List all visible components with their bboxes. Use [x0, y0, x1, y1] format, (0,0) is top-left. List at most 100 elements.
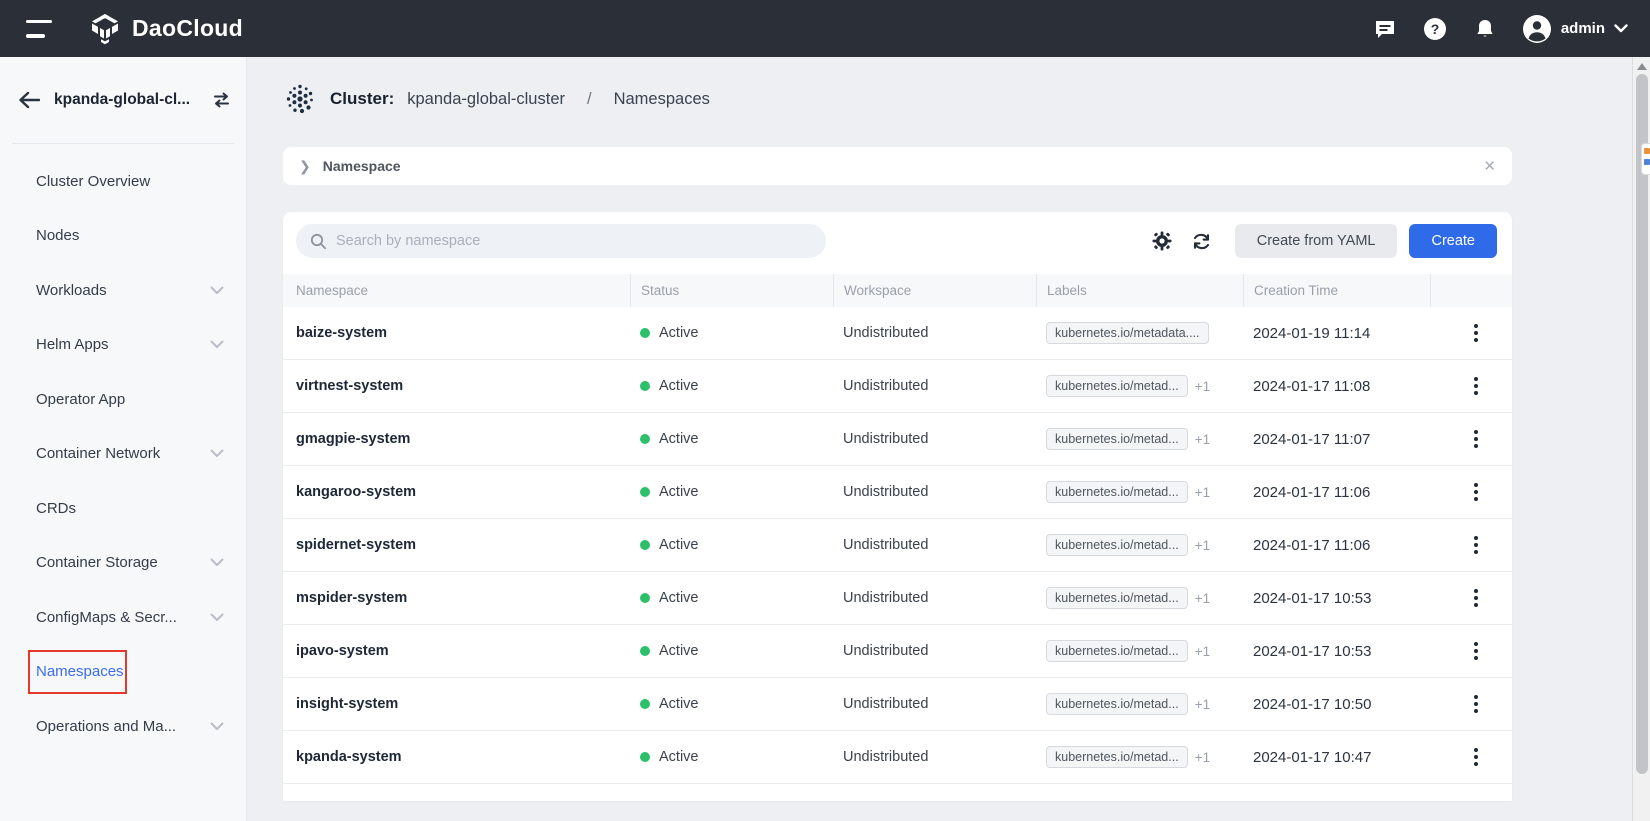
- label-chip[interactable]: kubernetes.io/metad...: [1046, 534, 1188, 556]
- extra-labels-count[interactable]: +1: [1195, 750, 1210, 765]
- kebab-menu-icon[interactable]: [1470, 426, 1482, 452]
- chevron-right-icon[interactable]: ❯: [299, 158, 311, 175]
- sidebar-item[interactable]: Operator App: [0, 372, 246, 427]
- sidebar-item[interactable]: Operations and Ma...: [0, 699, 246, 754]
- kebab-menu-icon[interactable]: [1470, 532, 1482, 558]
- kebab-menu-icon[interactable]: [1470, 691, 1482, 717]
- extra-labels-count[interactable]: +1: [1195, 485, 1210, 500]
- switch-cluster-icon[interactable]: [211, 91, 232, 109]
- label-chip[interactable]: kubernetes.io/metad...: [1046, 746, 1188, 768]
- namespace-name[interactable]: gmagpie-system: [283, 413, 630, 465]
- table-row[interactable]: ipavo-system Active Undistributed kubern…: [283, 625, 1512, 678]
- extra-labels-count[interactable]: +1: [1195, 644, 1210, 659]
- table-row[interactable]: kangaroo-system Active Undistributed kub…: [283, 466, 1512, 519]
- label-chip[interactable]: kubernetes.io/metad...: [1046, 481, 1188, 503]
- column-header-status[interactable]: Status: [630, 274, 833, 307]
- breadcrumb: Cluster: kpanda-global-cluster / Namespa…: [283, 79, 1650, 119]
- kebab-menu-icon[interactable]: [1470, 638, 1482, 664]
- table-row[interactable]: mspider-system Active Undistributed kube…: [283, 572, 1512, 625]
- namespace-name[interactable]: spidernet-system: [283, 519, 630, 571]
- label-chip[interactable]: kubernetes.io/metad...: [1046, 587, 1188, 609]
- label-chip[interactable]: kubernetes.io/metad...: [1046, 375, 1188, 397]
- status-label: Active: [659, 643, 699, 659]
- breadcrumb-cluster-name[interactable]: kpanda-global-cluster: [407, 90, 565, 109]
- table-row[interactable]: baize-system Active Undistributed kubern…: [283, 307, 1512, 360]
- label-chip[interactable]: kubernetes.io/metad...: [1046, 640, 1188, 662]
- extra-labels-count[interactable]: +1: [1195, 432, 1210, 447]
- column-header-namespace[interactable]: Namespace: [283, 274, 630, 307]
- workspace-cell: Undistributed: [833, 360, 1036, 412]
- user-menu[interactable]: admin: [1522, 14, 1628, 44]
- sidebar-item-label: Namespaces: [36, 663, 210, 680]
- main-content: Cluster: kpanda-global-cluster / Namespa…: [247, 57, 1650, 821]
- help-icon[interactable]: ?: [1422, 16, 1448, 42]
- table-header: Namespace Status Workspace Labels Creati…: [283, 274, 1512, 307]
- create-from-yaml-button[interactable]: Create from YAML: [1235, 224, 1398, 258]
- sidebar-item[interactable]: Container Storage: [0, 536, 246, 591]
- namespace-name[interactable]: kpanda-system: [283, 731, 630, 783]
- namespace-name[interactable]: mspider-system: [283, 572, 630, 624]
- namespace-name[interactable]: baize-system: [283, 307, 630, 359]
- sidebar-item[interactable]: Workloads: [0, 263, 246, 318]
- sidebar-item[interactable]: Namespaces: [0, 645, 246, 700]
- namespace-table-card: Create from YAML Create Namespace Status…: [283, 212, 1512, 801]
- bell-icon[interactable]: [1472, 16, 1498, 42]
- sidebar-item[interactable]: Cluster Overview: [0, 154, 246, 209]
- create-button[interactable]: Create: [1409, 224, 1497, 258]
- workspace-cell: Undistributed: [833, 678, 1036, 730]
- extra-labels-count[interactable]: +1: [1195, 379, 1210, 394]
- refresh-icon[interactable]: [1191, 230, 1213, 252]
- workspace-cell: Undistributed: [833, 307, 1036, 359]
- table-row[interactable]: spidernet-system Active Undistributed ku…: [283, 519, 1512, 572]
- chat-icon[interactable]: [1372, 16, 1398, 42]
- sidebar-item-label: Nodes: [36, 227, 210, 244]
- namespace-name[interactable]: ipavo-system: [283, 625, 630, 677]
- menu-icon[interactable]: [26, 20, 52, 38]
- creation-time-cell: 2024-01-17 11:07: [1243, 413, 1430, 465]
- avatar: [1522, 14, 1552, 44]
- labels-cell: kubernetes.io/metad... +1: [1036, 413, 1243, 465]
- extra-labels-count[interactable]: +1: [1195, 697, 1210, 712]
- sidebar-item[interactable]: Nodes: [0, 209, 246, 264]
- status-label: Active: [659, 325, 699, 341]
- extra-labels-count[interactable]: +1: [1195, 591, 1210, 606]
- table-row[interactable]: kpanda-system Active Undistributed kuber…: [283, 731, 1512, 784]
- kebab-menu-icon[interactable]: [1470, 585, 1482, 611]
- label-chip[interactable]: kubernetes.io/metadata....: [1046, 322, 1209, 344]
- scrollbar-up-arrow-icon[interactable]: [1637, 63, 1647, 70]
- sidebar-item[interactable]: ConfigMaps & Secr...: [0, 590, 246, 645]
- extra-labels-count[interactable]: +1: [1195, 538, 1210, 553]
- namespace-name[interactable]: virtnest-system: [283, 360, 630, 412]
- search-box[interactable]: [296, 224, 826, 258]
- table-row[interactable]: insight-system Active Undistributed kube…: [283, 678, 1512, 731]
- breadcrumb-page: Namespaces: [614, 90, 710, 109]
- search-input[interactable]: [336, 233, 812, 249]
- sidebar-item[interactable]: Helm Apps: [0, 318, 246, 373]
- kebab-menu-icon[interactable]: [1470, 744, 1482, 770]
- label-chip[interactable]: kubernetes.io/metad...: [1046, 428, 1188, 450]
- kebab-menu-icon[interactable]: [1470, 373, 1482, 399]
- column-header-workspace[interactable]: Workspace: [833, 274, 1036, 307]
- column-header-labels[interactable]: Labels: [1036, 274, 1243, 307]
- gear-icon[interactable]: [1151, 230, 1173, 252]
- column-header-creation-time[interactable]: Creation Time: [1243, 274, 1430, 307]
- sidebar-item[interactable]: Container Network: [0, 427, 246, 482]
- close-icon[interactable]: ✕: [1483, 157, 1496, 175]
- namespace-name[interactable]: insight-system: [283, 678, 630, 730]
- table-body: baize-system Active Undistributed kubern…: [283, 307, 1512, 784]
- back-icon[interactable]: [18, 91, 40, 109]
- kebab-menu-icon[interactable]: [1470, 320, 1482, 346]
- table-row[interactable]: gmagpie-system Active Undistributed kube…: [283, 413, 1512, 466]
- namespace-name[interactable]: kangaroo-system: [283, 466, 630, 518]
- scrollbar-thumb[interactable]: [1636, 74, 1648, 774]
- table-row[interactable]: virtnest-system Active Undistributed kub…: [283, 360, 1512, 413]
- status-dot-icon: [640, 381, 650, 391]
- brand-logo[interactable]: DaoCloud: [88, 12, 243, 46]
- status-label: Active: [659, 378, 699, 394]
- sidebar-item[interactable]: CRDs: [0, 481, 246, 536]
- label-chip[interactable]: kubernetes.io/metad...: [1046, 693, 1188, 715]
- sidebar-item-label: Cluster Overview: [36, 173, 210, 190]
- sidebar-cluster-name: kpanda-global-cl...: [54, 91, 211, 109]
- kebab-menu-icon[interactable]: [1470, 479, 1482, 505]
- docked-widget-fragment[interactable]: [1641, 143, 1650, 175]
